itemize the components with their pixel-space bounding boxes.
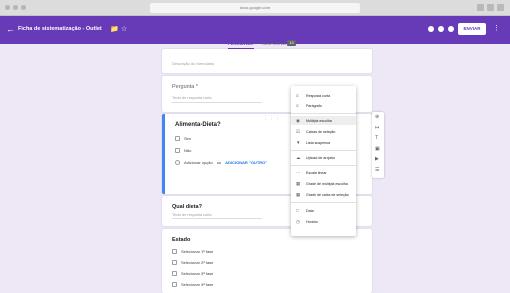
add-option-label[interactable]: Adicionar opção xyxy=(184,160,213,165)
upload-icon: ☁ xyxy=(296,154,301,160)
or-text: ou xyxy=(216,160,222,165)
folder-icon[interactable]: 📁 xyxy=(110,25,119,33)
add-question-icon[interactable]: ⊕ xyxy=(375,114,379,120)
question-type-menu: ≡ Resposta curta ≡ Parágrafo ◉ Múltipla … xyxy=(291,86,356,236)
form-tabs: PERGUNTAS RESPOSTAS 13 xyxy=(162,40,372,49)
send-button[interactable]: ENVIAR xyxy=(458,23,486,35)
menu-item-dropdown[interactable]: ▼ Lista suspensa xyxy=(291,138,356,147)
add-image-icon[interactable]: ▣ xyxy=(375,146,380,152)
question-title[interactable]: Pergunta * xyxy=(172,84,198,90)
import-questions-icon[interactable]: ↦ xyxy=(375,125,379,131)
short-answer-hint: Texto de resposta curta xyxy=(172,213,212,217)
menu-item-checkboxes[interactable]: ☑ Caixas de seleção xyxy=(291,127,356,136)
maximize-window-icon[interactable] xyxy=(21,5,26,10)
browser-chrome: docs.google.com xyxy=(0,0,510,16)
question-title[interactable]: Qual dieta? xyxy=(172,204,202,210)
menu-divider xyxy=(291,113,356,114)
add-video-icon[interactable]: ▶ xyxy=(375,156,379,162)
option-row[interactable]: Selecionar 4ª fase xyxy=(172,282,213,287)
option-label[interactable]: Não xyxy=(184,148,191,153)
form-description-field[interactable]: Descrição do formulário xyxy=(172,61,214,66)
browser-actions xyxy=(477,4,504,11)
address-bar[interactable]: docs.google.com xyxy=(150,3,360,13)
option-row[interactable]: Selecionar 2ª fase xyxy=(172,260,213,265)
window-controls[interactable] xyxy=(5,5,26,10)
option-label[interactable]: Selecionar 2ª fase xyxy=(181,260,213,265)
menu-divider xyxy=(291,165,356,166)
tab-questions[interactable]: PERGUNTAS xyxy=(228,41,253,46)
checkbox-icon xyxy=(172,282,177,287)
checkbox-icon xyxy=(175,148,180,153)
eye-icon[interactable] xyxy=(438,26,444,32)
checkbox-list-icon: ◉ xyxy=(296,117,300,123)
response-count-badge: 13 xyxy=(287,40,296,46)
option-row[interactable]: Selecionar 3ª fase xyxy=(172,271,213,276)
close-window-icon[interactable] xyxy=(5,5,10,10)
menu-divider xyxy=(291,202,356,203)
menu-item-choice-grid[interactable]: ▦ Grade de múltipla escolha xyxy=(291,179,356,188)
dropdown-icon: ▼ xyxy=(296,140,301,145)
question-title[interactable]: Alimenta-Dieta? xyxy=(175,122,221,128)
extension-icon[interactable] xyxy=(477,4,484,11)
checkbox-icon xyxy=(172,271,177,276)
menu-item-short-answer[interactable]: ≡ Resposta curta xyxy=(291,91,356,100)
menu-item-checkbox-grid[interactable]: ▦ Grade de caixa de seleção xyxy=(291,190,356,199)
menu-item-linear-scale[interactable]: ⋯ Escala linear xyxy=(291,168,356,177)
gear-icon[interactable] xyxy=(448,26,454,32)
checkbox-icon xyxy=(172,249,177,254)
answer-underline xyxy=(172,218,262,219)
document-title[interactable]: Ficha de sistematização - Outlet xyxy=(18,26,102,32)
add-title-icon[interactable]: T xyxy=(375,135,378,141)
drag-handle-icon[interactable]: ⋮⋮⋮ xyxy=(263,115,281,121)
menu-item-date[interactable]: □ Data xyxy=(291,206,356,215)
checkbox-icon xyxy=(175,136,180,141)
checkbox-icon: ☑ xyxy=(296,128,301,134)
question-side-toolbar: ⊕ ↦ T ▣ ▶ ☰ xyxy=(372,112,384,178)
palette-icon[interactable] xyxy=(428,26,434,32)
menu-item-file-upload[interactable]: ☁ Upload de arquivo xyxy=(291,153,356,162)
option-row[interactable]: Não xyxy=(175,148,191,153)
option-row[interactable]: Selecionar 1ª fase xyxy=(172,249,213,254)
browser-menu-icon[interactable] xyxy=(497,4,504,11)
arrow-left-icon[interactable]: ← xyxy=(6,24,15,35)
short-answer-hint: Texto de resposta curta xyxy=(172,96,212,100)
tab-responses[interactable]: RESPOSTAS xyxy=(262,41,286,46)
option-label[interactable]: Selecionar 3ª fase xyxy=(181,271,213,276)
add-option-row[interactable]: Adicionar opção ou ADICIONAR "OUTRO" xyxy=(175,160,267,165)
add-other-link[interactable]: ADICIONAR "OUTRO" xyxy=(225,160,267,165)
form-header-card: Descrição do formulário xyxy=(162,49,372,73)
checkbox-grid-icon: ▦ xyxy=(296,191,301,197)
menu-item-paragraph[interactable]: ≡ Parágrafo xyxy=(291,101,356,110)
grid-icon: ▦ xyxy=(296,180,301,186)
option-row[interactable]: Sim xyxy=(175,136,191,141)
checkbox-icon xyxy=(172,260,177,265)
date-icon: □ xyxy=(296,208,299,213)
minimize-window-icon[interactable] xyxy=(13,5,18,10)
linear-scale-icon: ⋯ xyxy=(296,169,301,175)
question-card[interactable]: Estado Selecionar 1ª fase Selecionar 2ª … xyxy=(162,229,372,293)
option-label[interactable]: Selecionar 4ª fase xyxy=(181,282,213,287)
paragraph-icon: ≡ xyxy=(296,103,299,108)
answer-underline xyxy=(172,102,262,103)
short-text-icon: ≡ xyxy=(296,93,299,98)
menu-item-time[interactable]: ◷ Horário xyxy=(291,217,356,226)
time-icon: ◷ xyxy=(296,218,300,224)
more-vert-icon[interactable]: ⋮ xyxy=(493,24,500,32)
menu-divider xyxy=(291,150,356,151)
add-section-icon[interactable]: ☰ xyxy=(375,167,379,173)
option-label[interactable]: Selecionar 1ª fase xyxy=(181,249,213,254)
radio-placeholder-icon xyxy=(175,160,180,165)
option-label[interactable]: Sim xyxy=(184,136,191,141)
menu-item-multiple-choice[interactable]: ◉ Múltipla escolha xyxy=(291,116,356,125)
star-icon[interactable]: ☆ xyxy=(121,25,127,33)
extension-icon[interactable] xyxy=(487,4,494,11)
question-title[interactable]: Estado xyxy=(172,237,190,243)
